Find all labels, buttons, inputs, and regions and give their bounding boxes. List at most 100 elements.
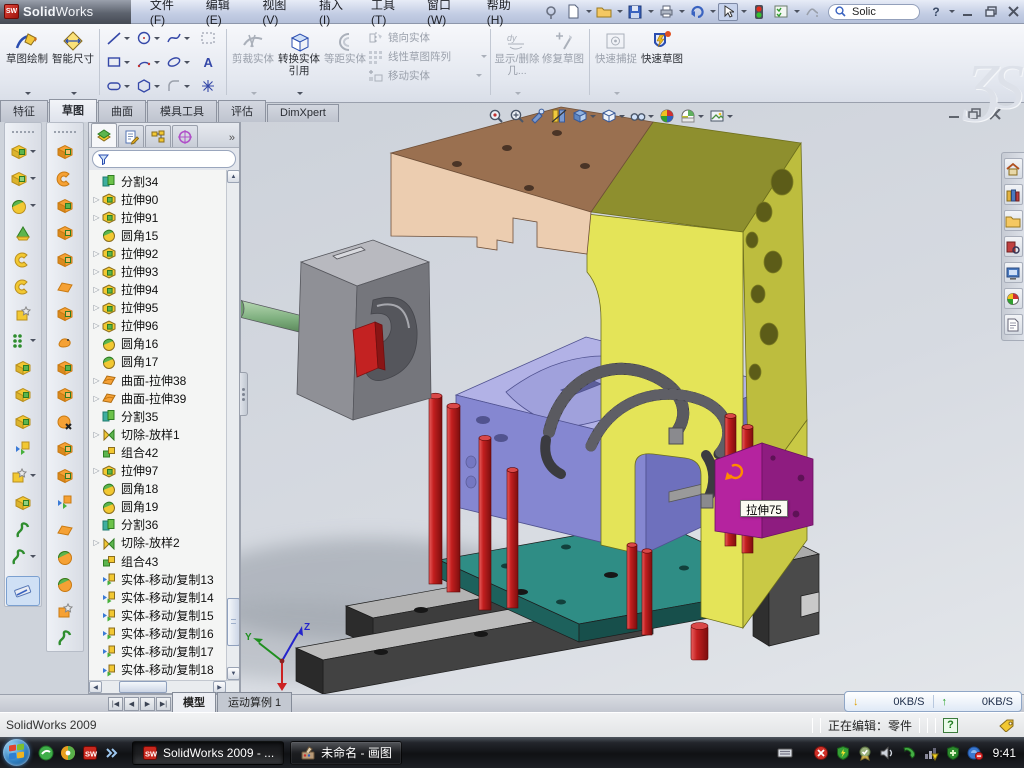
- revolved-boss-icon[interactable]: [5, 246, 41, 273]
- freeform-icon[interactable]: [47, 327, 83, 354]
- tab-模具工具[interactable]: 模具工具: [147, 100, 217, 122]
- tree-item[interactable]: 实体-移动/复制14: [91, 588, 226, 606]
- tray-network-warning-icon[interactable]: [923, 745, 939, 761]
- quick-tips-icon[interactable]: ?: [943, 718, 958, 733]
- sketch-entity-circle-icon[interactable]: [133, 30, 163, 46]
- rapid-sketch-button[interactable]: 快速草图: [639, 26, 685, 98]
- options-list-icon[interactable]: [771, 3, 791, 21]
- swept-surface-icon[interactable]: [47, 192, 83, 219]
- extruded-surface-icon[interactable]: [47, 138, 83, 165]
- sketch-entity-rectangle-icon[interactable]: [103, 54, 133, 70]
- convert-entities-button[interactable]: 转换实体引用: [276, 26, 322, 98]
- open-folder-icon[interactable]: [594, 3, 614, 21]
- spline-curve-icon[interactable]: [5, 543, 41, 570]
- tree-vertical-scrollbar[interactable]: ▲ ▼: [226, 170, 239, 680]
- smart-dimension-button[interactable]: 智能尺寸: [50, 26, 96, 98]
- sw-resources-icon[interactable]: [1004, 158, 1023, 179]
- select-arrow-icon[interactable]: [718, 3, 738, 21]
- scroll-thumb[interactable]: [227, 598, 239, 646]
- tree-item[interactable]: 圆角15: [91, 226, 226, 244]
- star-tool-icon[interactable]: [47, 597, 83, 624]
- tab-nav-0[interactable]: |◀: [108, 697, 123, 711]
- zoom-fit-icon[interactable]: [487, 107, 505, 125]
- tab-nav-2[interactable]: ▶: [140, 697, 155, 711]
- start-button[interactable]: [3, 739, 30, 766]
- sketch-entity-slot-icon[interactable]: [103, 78, 133, 94]
- tray-volume-icon[interactable]: [879, 745, 895, 761]
- zoom-area-icon[interactable]: [508, 107, 526, 125]
- tree-item[interactable]: 分割36: [91, 516, 226, 534]
- sketch-entity-ellipse-icon[interactable]: [163, 54, 193, 70]
- ruled-surface-icon[interactable]: [47, 516, 83, 543]
- search-input[interactable]: [850, 5, 910, 19]
- revolved-surface-icon[interactable]: [47, 165, 83, 192]
- extruded-cut-icon[interactable]: [5, 165, 41, 192]
- appearances-scenes-icon[interactable]: [1004, 288, 1023, 309]
- expand-arrow-icon[interactable]: ▷: [91, 267, 102, 276]
- quicklaunch-messenger-icon[interactable]: [38, 745, 54, 761]
- spline-tool-icon[interactable]: [47, 624, 83, 651]
- menu-item-0[interactable]: 文件(F): [141, 0, 197, 31]
- expand-arrow-icon[interactable]: ▷: [91, 394, 102, 403]
- sketch-entity-select-box-icon[interactable]: [193, 30, 223, 46]
- tree-item[interactable]: 实体-移动/复制13: [91, 570, 226, 588]
- tree-item[interactable]: ▷拉伸92: [91, 244, 226, 262]
- tab-nav-1[interactable]: ◀: [124, 697, 139, 711]
- menu-item-6[interactable]: 帮助(H): [478, 0, 535, 31]
- magenta-block[interactable]: [715, 443, 813, 538]
- tree-item[interactable]: 分割34: [91, 172, 226, 190]
- tree-item[interactable]: 圆角16: [91, 335, 226, 353]
- expand-arrow-icon[interactable]: ▷: [91, 376, 102, 385]
- sketch-entity-sketch-fillet-icon[interactable]: [163, 78, 193, 94]
- sketch-entity-polygon-icon[interactable]: [133, 78, 163, 94]
- tree-item[interactable]: 实体-移动/复制18: [91, 661, 226, 679]
- tray-badge-check-icon[interactable]: [857, 745, 873, 761]
- replace-face-icon[interactable]: [47, 435, 83, 462]
- tree-item[interactable]: 圆角19: [91, 498, 226, 516]
- tree-item[interactable]: ▷拉伸96: [91, 317, 226, 335]
- thicken-icon[interactable]: [47, 354, 83, 381]
- tree-item[interactable]: 分割35: [91, 407, 226, 425]
- shell-icon[interactable]: [5, 408, 41, 435]
- menu-item-5[interactable]: 窗口(W): [418, 0, 478, 31]
- offset-surface-icon[interactable]: [47, 300, 83, 327]
- expand-arrow-icon[interactable]: ▷: [91, 213, 102, 222]
- move-body-icon[interactable]: [5, 435, 41, 462]
- expand-arrow-icon[interactable]: ▷: [91, 195, 102, 204]
- expand-arrow-icon[interactable]: ▷: [91, 303, 102, 312]
- app-close-button[interactable]: [1003, 4, 1024, 20]
- tree-item[interactable]: ▷切除-放样2: [91, 534, 226, 552]
- fillet-surface-icon[interactable]: [47, 381, 83, 408]
- custom-properties-icon[interactable]: [1004, 314, 1023, 335]
- quicklaunch-media-ball-icon[interactable]: [60, 745, 76, 761]
- sw-search-icon[interactable]: [1004, 236, 1023, 257]
- rib-icon[interactable]: [5, 354, 41, 381]
- expand-arrow-icon[interactable]: ▷: [91, 249, 102, 258]
- dome-icon[interactable]: [47, 543, 83, 570]
- scroll-up-button[interactable]: ▲: [227, 170, 239, 183]
- rebuild-traffic-light-icon[interactable]: [749, 3, 769, 21]
- lofted-surface-icon[interactable]: [47, 219, 83, 246]
- menu-item-2[interactable]: 视图(V): [253, 0, 310, 31]
- graphics-viewport[interactable]: Y Z X: [240, 103, 1024, 694]
- tray-antivirus-red-icon[interactable]: [813, 745, 829, 761]
- instant3d-measure-button[interactable]: [6, 576, 40, 606]
- tray-ball-minus-icon[interactable]: [967, 745, 983, 761]
- sketch-entity-spline-icon[interactable]: [163, 30, 193, 46]
- hide-show-items-icon[interactable]: [629, 107, 655, 125]
- knit-surface-icon[interactable]: [47, 462, 83, 489]
- app-minimize-button[interactable]: [957, 4, 978, 20]
- search-box[interactable]: [828, 4, 920, 20]
- planar-surface-icon[interactable]: [47, 273, 83, 300]
- tree-item[interactable]: 圆角17: [91, 353, 226, 371]
- extruded-boss-icon[interactable]: [5, 138, 41, 165]
- scroll-down-button[interactable]: ▼: [227, 667, 239, 680]
- menu-item-3[interactable]: 插入(I): [310, 0, 362, 31]
- panel-tab-configuration-manager[interactable]: [145, 125, 171, 147]
- tree-item[interactable]: 组合42: [91, 443, 226, 461]
- shape-ball-icon[interactable]: [47, 570, 83, 597]
- move-surface-icon[interactable]: [47, 489, 83, 516]
- tree-item[interactable]: ▷拉伸94: [91, 281, 226, 299]
- tree-item[interactable]: 组合43: [91, 552, 226, 570]
- app-restore-button[interactable]: [980, 4, 1001, 20]
